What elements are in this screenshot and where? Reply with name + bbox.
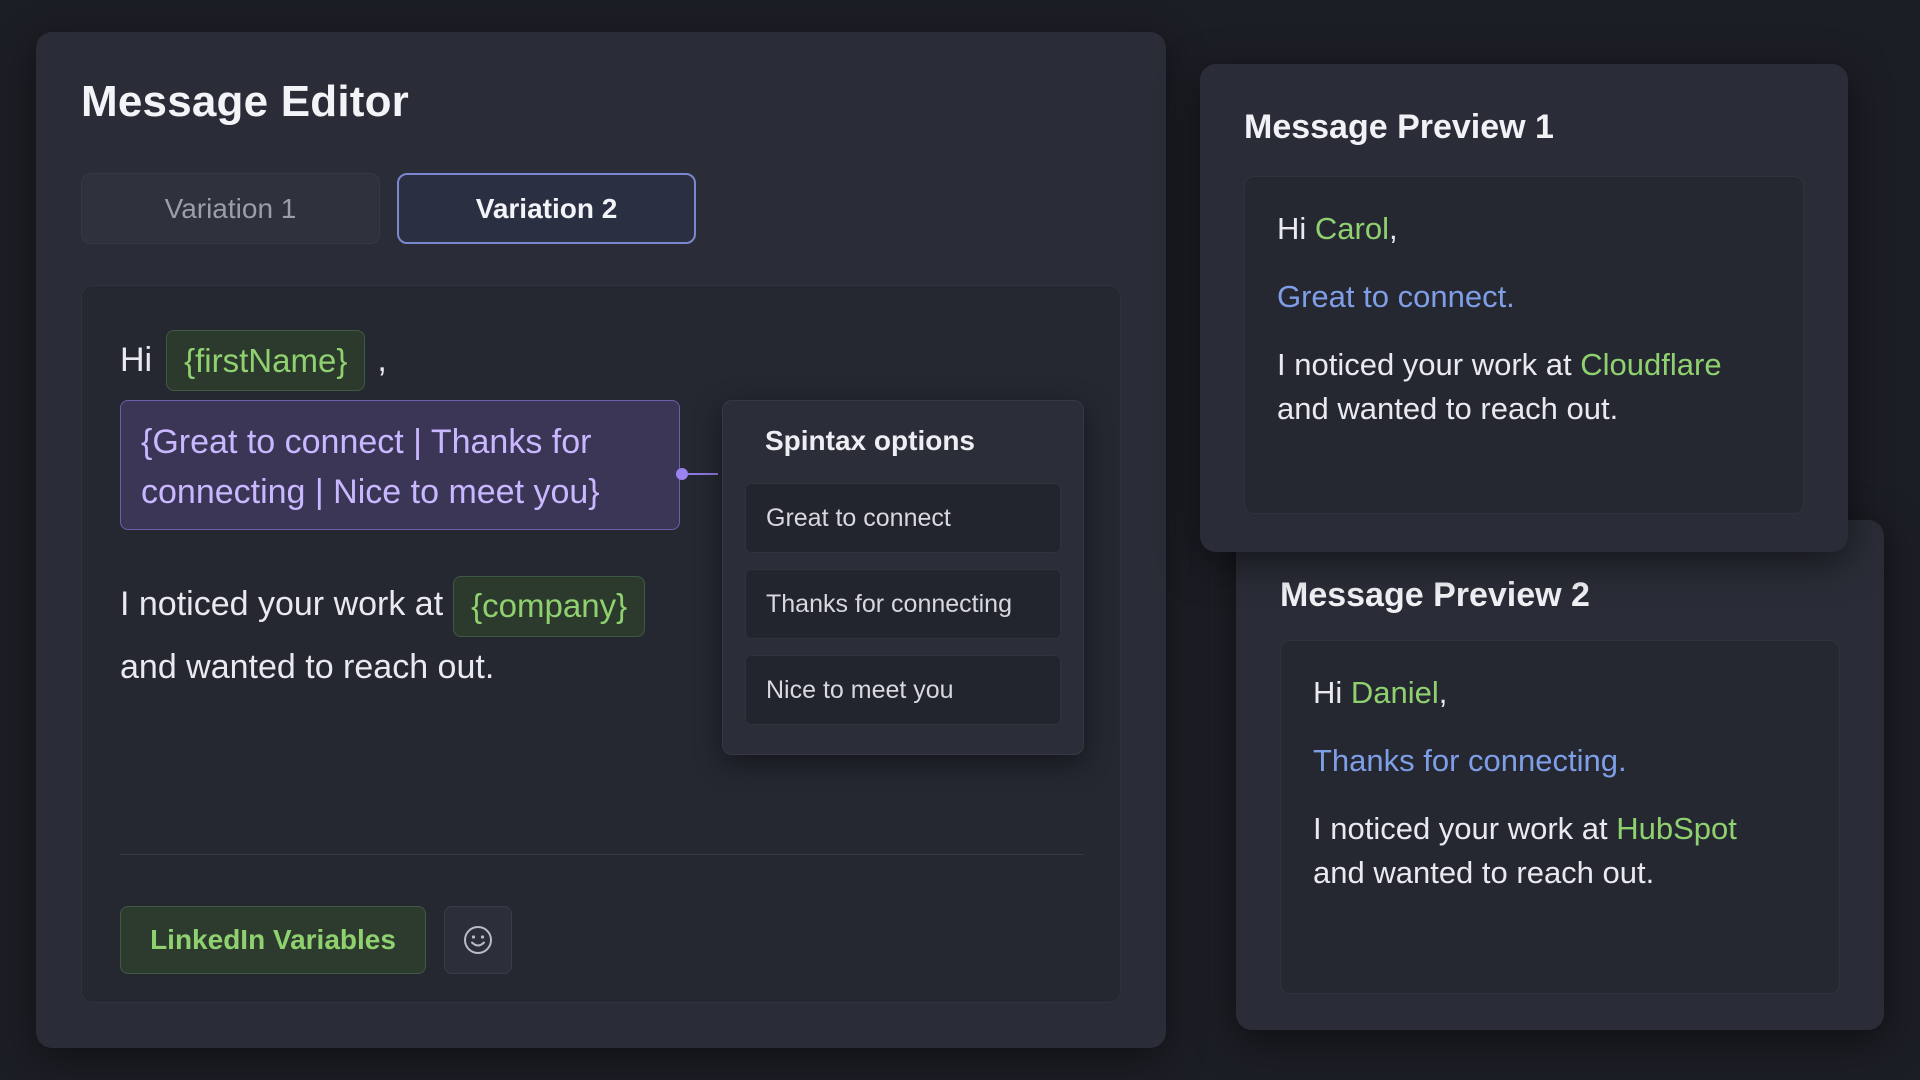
greeting-text: Hi [120,341,153,379]
editor-title: Message Editor [81,77,410,126]
preview-2-body-line: I noticed your work at HubSpot and wante… [1313,807,1807,895]
preview-1-comma: , [1389,211,1398,246]
body-suffix-text: and wanted to reach out. [120,647,495,686]
spintax-connector-dot [676,468,688,480]
tab-variation-1[interactable]: Variation 1 [81,173,380,244]
first-name-variable-chip[interactable]: {firstName} [166,330,366,391]
preview-2-body-prefix: I noticed your work at [1313,811,1608,846]
tab-variation-2[interactable]: Variation 2 [397,173,696,244]
message-editor-card: Message Editor Variation 1 Variation 2 H… [36,32,1166,1048]
preview-2-body: Hi Daniel, Thanks for connecting. I noti… [1280,640,1840,994]
emoji-button[interactable] [444,906,512,974]
preview-1-body-line: I noticed your work at Cloudflare and wa… [1277,343,1771,431]
spintax-option-thanks-for-connecting[interactable]: Thanks for connecting [745,569,1061,639]
message-preview-2-card: Message Preview 2 Hi Daniel, Thanks for … [1236,520,1884,1030]
preview-2-comma: , [1438,675,1448,710]
message-preview-1-card: Message Preview 1 Hi Carol, Great to con… [1200,64,1848,552]
message-body-editor[interactable]: Hi {firstName} , {Great to connect | Tha… [81,285,1121,1003]
preview-1-greeting-line: Hi Carol, [1277,207,1771,251]
preview-2-greeting-line: Hi Daniel, [1313,671,1807,715]
linkedin-variables-button[interactable]: LinkedIn Variables [120,906,426,974]
preview-2-spintax-choice: Thanks for connecting. [1313,743,1627,778]
preview-2-greeting: Hi [1313,675,1343,710]
company-variable-chip[interactable]: {company} [453,575,646,637]
company-line: I noticed your work at {company} and want… [120,574,720,697]
spintax-block[interactable]: {Great to connect | Thanks for connectin… [120,400,680,530]
spintax-option-nice-to-meet-you[interactable]: Nice to meet you [745,655,1061,725]
smiley-icon [464,926,492,954]
spintax-options-panel: Spintax options Great to connect Thanks … [722,400,1084,755]
preview-2-name: Daniel [1350,675,1439,710]
preview-1-name: Carol [1314,211,1389,246]
body-prefix-text: I noticed your work at [120,585,444,623]
preview-1-body-suffix: and wanted to reach out. [1277,391,1619,426]
preview-2-body-suffix: and wanted to reach out. [1313,855,1655,890]
preview-2-title: Message Preview 2 [1280,576,1590,614]
toolbar-divider [120,854,1084,855]
preview-1-body-prefix: I noticed your work at [1277,347,1572,382]
preview-1-body: Hi Carol, Great to connect. I noticed yo… [1244,176,1804,514]
preview-1-company: Cloudflare [1580,347,1722,382]
greeting-comma: , [377,341,387,379]
preview-2-company: HubSpot [1616,811,1737,846]
preview-1-title: Message Preview 1 [1244,108,1554,146]
preview-1-spintax-choice: Great to connect. [1277,279,1515,314]
spintax-options-title: Spintax options [765,425,975,456]
greeting-line: Hi {firstName} , [120,330,387,391]
spintax-option-great-to-connect[interactable]: Great to connect [745,483,1061,553]
preview-1-greeting: Hi [1277,211,1307,246]
